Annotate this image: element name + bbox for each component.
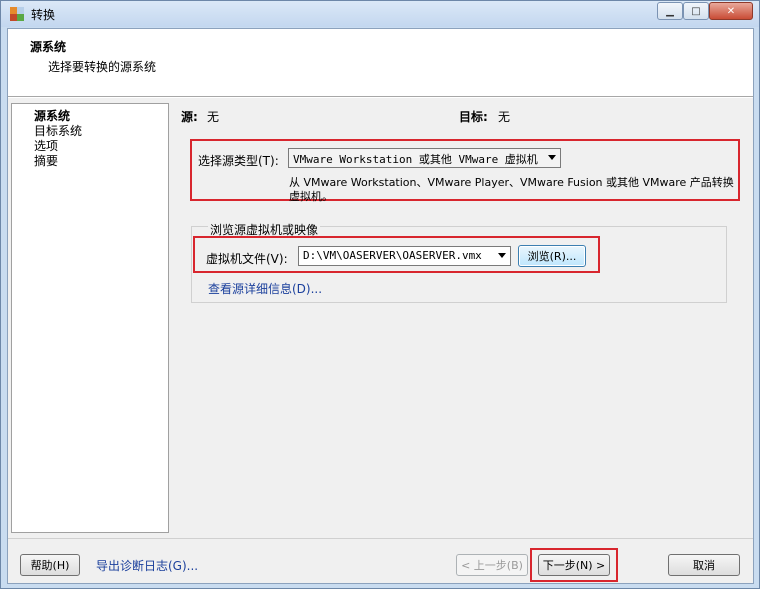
chevron-down-icon [498,253,506,258]
title-bar: 转换 ▁ □ ✕ [1,1,759,27]
window-title: 转换 [31,8,56,22]
source-label: 源: [181,110,198,124]
source-type-label: 选择源类型(T): [198,154,279,168]
wizard-body: 源系统 目标系统 选项 摘要 源: 无 目标: 无 选择源类型(T): VMwa… [8,98,753,538]
maximize-icon: □ [691,5,701,17]
page-subtitle: 选择要转换的源系统 [48,60,157,74]
browse-button[interactable]: 浏览(R)... [518,245,586,267]
source-type-value: VMware Workstation 或其他 VMware 虚拟机 [293,153,538,166]
help-button[interactable]: 帮助(H) [20,554,80,576]
next-button-highlight [530,548,618,582]
cancel-button[interactable]: 取消 [668,554,740,576]
maximize-button[interactable]: □ [683,2,709,20]
source-type-dropdown[interactable]: VMware Workstation 或其他 VMware 虚拟机 [288,148,561,168]
close-button[interactable]: ✕ [709,2,753,20]
vm-file-value: D:\VM\OASERVER\OASERVER.vmx [303,249,482,262]
back-button[interactable]: < 上一步(B) [456,554,528,576]
minimize-button[interactable]: ▁ [657,2,683,20]
vm-file-label: 虚拟机文件(V): [206,252,288,266]
wizard-footer: 帮助(H) 导出诊断日志(G)... < 上一步(B) 下一步(N) > 取消 [8,538,753,583]
source-type-description: 从 VMware Workstation、VMware Player、VMwar… [289,176,734,203]
minimize-icon: ▁ [666,5,674,17]
converter-window: 转换 ▁ □ ✕ 源系统 选择要转换的源系统 源系统 目标系统 选项 摘要 源:… [0,0,760,589]
wizard-steps-panel: 源系统 目标系统 选项 摘要 [11,103,169,533]
target-value: 无 [498,110,511,124]
chevron-down-icon [548,155,556,160]
export-diagnostic-log-link[interactable]: 导出诊断日志(G)... [96,557,198,574]
page-title: 源系统 [30,40,67,54]
converter-app-icon [10,7,24,21]
view-source-details-link[interactable]: 查看源详细信息(D)... [208,280,322,297]
dialog-client: 源系统 选择要转换的源系统 源系统 目标系统 选项 摘要 源: 无 目标: 无 … [7,28,754,584]
vm-file-combobox[interactable]: D:\VM\OASERVER\OASERVER.vmx [298,246,511,266]
page-header: 源系统 选择要转换的源系统 [8,29,753,97]
close-icon: ✕ [726,5,736,17]
target-label: 目标: [459,110,488,124]
source-value: 无 [207,110,220,124]
step-summary[interactable]: 摘要 [34,152,58,169]
